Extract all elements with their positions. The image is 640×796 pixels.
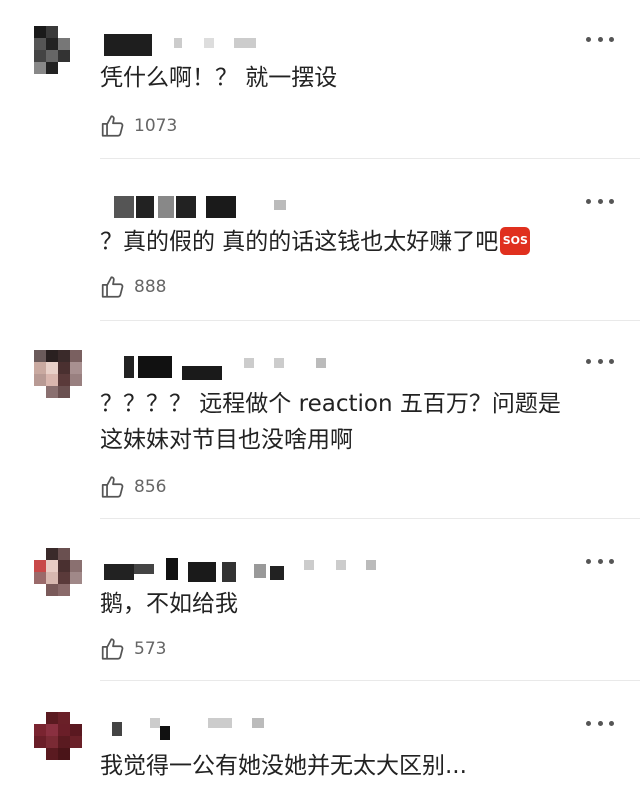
thumbs-up-icon [101,638,124,660]
avatar[interactable] [34,548,82,596]
comment-text: ？？？？ 远程做个 reaction 五百万？问题是 这妹妹对节目也没啥用啊 [100,391,561,453]
like-button[interactable]: 888 [100,272,166,302]
avatar[interactable] [34,350,82,398]
avatar[interactable] [34,26,82,74]
thumbs-up-icon [101,476,124,498]
thumbs-up-icon [101,115,124,137]
comment-text: 我觉得一公有她没她并无太大区别... [100,753,467,779]
like-button[interactable]: 573 [100,634,166,664]
comment-text: ？真的假的 真的的话这钱也太好赚了吧 SOS [100,224,610,260]
more-options-button[interactable] [586,196,614,206]
comment-text-body: ？真的假的 真的的话这钱也太好赚了吧 [100,229,499,255]
like-count: 888 [134,277,167,297]
more-options-button[interactable] [586,34,614,44]
avatar[interactable] [34,712,82,760]
sos-emoji: SOS [500,226,531,255]
username-pixelated[interactable] [104,34,264,56]
more-options-button[interactable] [586,556,614,566]
like-count: 1073 [134,116,178,136]
comment-text: 凭什么啊！？ 就一摆设 [100,65,338,91]
username-pixelated[interactable] [104,716,304,740]
more-options-button[interactable] [586,718,614,728]
like-button[interactable]: 1073 [100,111,177,141]
more-options-button[interactable] [586,356,614,366]
thumbs-up-icon [101,276,124,298]
like-count: 573 [134,639,167,659]
username-pixelated[interactable] [104,558,384,582]
like-button[interactable]: 856 [100,472,166,502]
divider [100,518,640,519]
divider [100,320,640,321]
divider [100,158,640,159]
divider [100,680,640,681]
like-count: 856 [134,477,167,497]
username-pixelated[interactable] [114,196,294,218]
username-pixelated[interactable] [104,356,334,380]
comment-text: 鹅，不如给我 [100,591,238,617]
